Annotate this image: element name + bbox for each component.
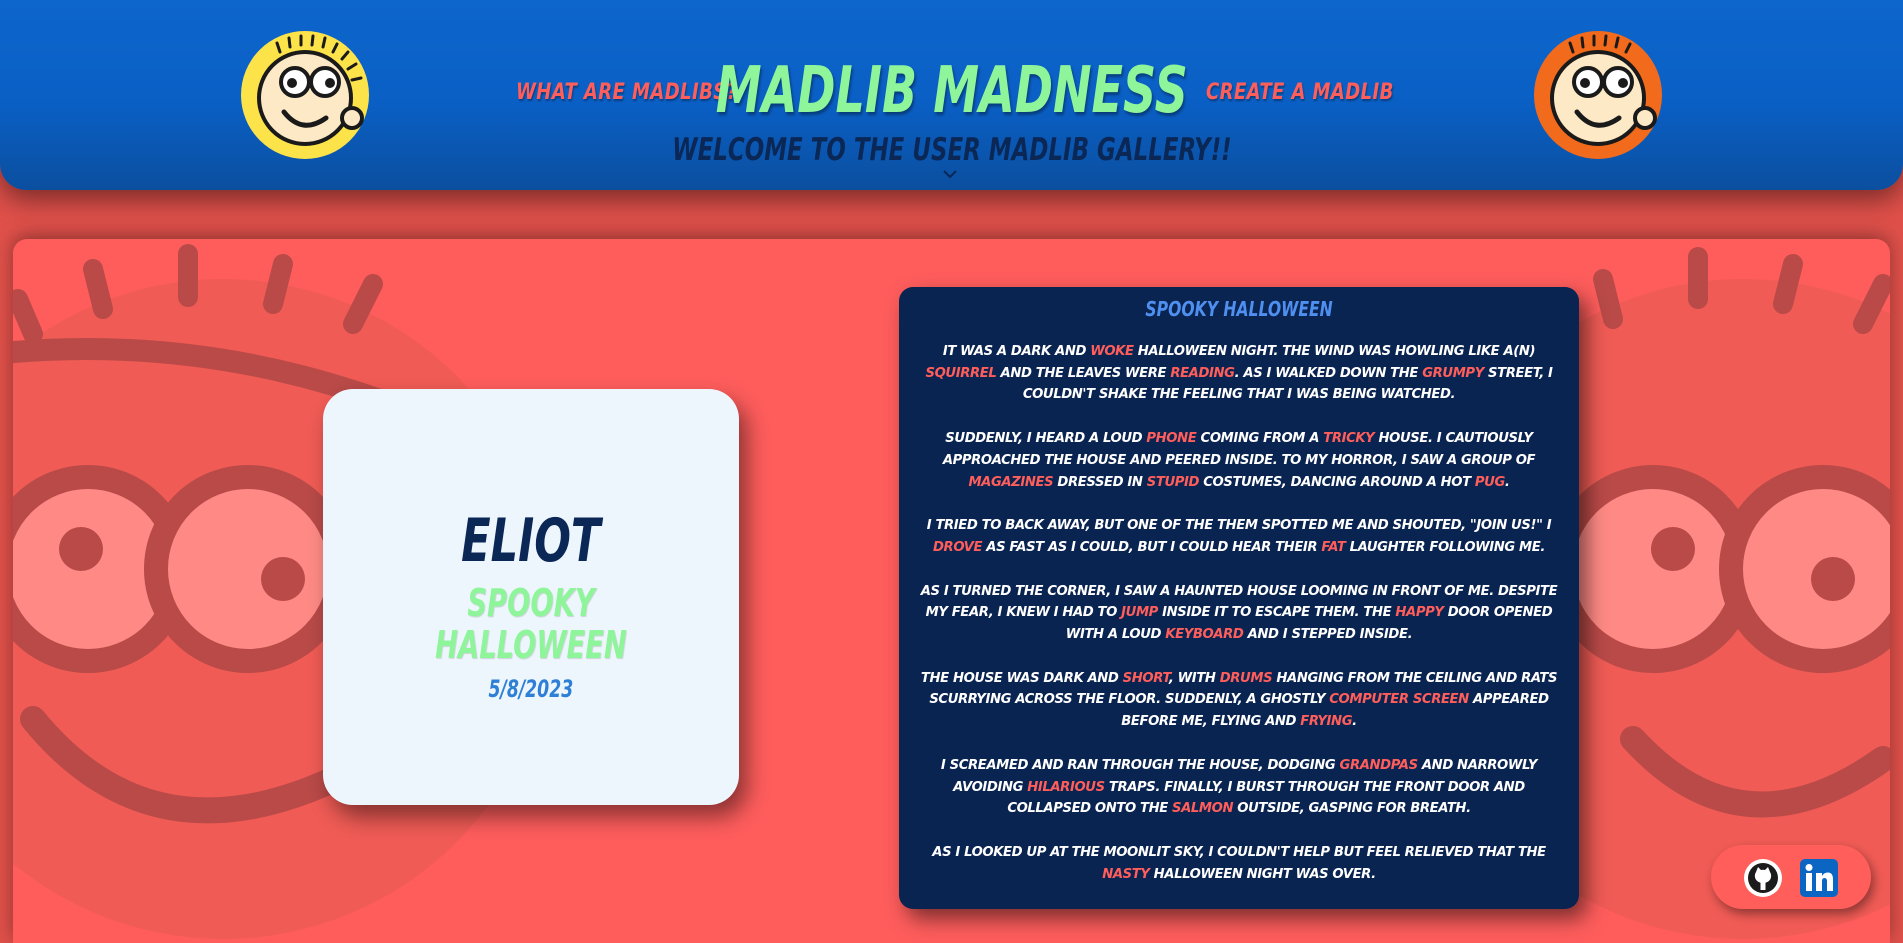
gallery-main: ELIOT SPOOKY HALLOWEEN 5/8/2023 SPOOKY H…	[13, 239, 1890, 943]
filled-word: GRUMPY	[1422, 365, 1484, 381]
story-paragraph: IT WAS A DARK AND WOKE HALLOWEEN NIGHT. …	[915, 341, 1563, 406]
story-text: AND I STEPPED INSIDE.	[1243, 627, 1413, 643]
filled-word: FAT	[1321, 539, 1346, 555]
card-author-name: ELIOT	[323, 511, 739, 571]
nav-create-madlib[interactable]: CREATE A MADLIB	[1206, 80, 1394, 105]
filled-word: GRANDPAS	[1339, 757, 1419, 773]
story-paragraph: AS I LOOKED UP AT THE MOONLIT SKY, I COU…	[915, 842, 1563, 885]
filled-word: DROVE	[933, 539, 983, 555]
filled-word: WOKE	[1090, 344, 1134, 359]
story-text: AS FAST AS I COULD, BUT I COULD HEAR THE…	[982, 539, 1322, 555]
gallery-title: WELCOME TO THE USER MADLIB GALLERY!!	[0, 132, 1903, 168]
filled-word: JUMP	[1121, 605, 1158, 621]
story-body: IT WAS A DARK AND WOKE HALLOWEEN NIGHT. …	[915, 341, 1563, 885]
filled-word: SALMON	[1172, 801, 1234, 817]
filled-word: DRUMS	[1219, 670, 1273, 686]
story-text: INSIDE IT TO ESCAPE THEM. THE	[1157, 605, 1396, 621]
madlib-card[interactable]: ELIOT SPOOKY HALLOWEEN 5/8/2023	[323, 389, 739, 805]
filled-word: SHORT	[1122, 670, 1170, 686]
filled-word: READING	[1170, 365, 1235, 381]
story-text: I TRIED TO BACK AWAY, BUT ONE OF THE THE…	[926, 518, 1552, 534]
site-header: WHAT ARE MADLIBS? MADLIB MADNESS CREATE …	[0, 0, 1903, 190]
linkedin-icon[interactable]	[1799, 858, 1839, 898]
site-title-text: MADLIB MADNESS	[715, 54, 1188, 128]
story-text: COMING FROM A	[1196, 431, 1324, 447]
github-icon[interactable]	[1743, 858, 1783, 898]
card-date: 5/8/2023	[323, 675, 739, 703]
chevron-down-icon[interactable]	[942, 168, 958, 180]
story-text: OUTSIDE, GASPING FOR BREATH.	[1233, 801, 1471, 817]
story-title-text: SPOOKY HALLOWEEN	[1145, 297, 1333, 321]
story-title[interactable]: SPOOKY HALLOWEEN	[915, 297, 1563, 321]
story-text: AND THE LEAVES WERE	[996, 365, 1171, 381]
filled-word: COMPUTER SCREEN	[1329, 692, 1469, 708]
story-paragraph: THE HOUSE WAS DARK AND SHORT, WITH DRUMS…	[915, 668, 1563, 733]
story-text: .	[1504, 474, 1510, 490]
filled-word: PUG	[1474, 474, 1505, 490]
card-madlib-title: SPOOKY HALLOWEEN	[323, 581, 739, 667]
filled-word: TRICKY	[1323, 431, 1375, 447]
card-madlib-title-text: SPOOKY HALLOWEEN	[435, 581, 627, 667]
story-text: HALLOWEEN NIGHT WAS OVER.	[1149, 866, 1377, 882]
filled-word: MAGAZINES	[968, 474, 1054, 490]
filled-word: NASTY	[1102, 866, 1150, 882]
filled-word: KEYBOARD	[1165, 627, 1244, 643]
story-text: . AS I WALKED DOWN THE	[1234, 365, 1423, 381]
filled-word: HILARIOUS	[1027, 779, 1105, 795]
story-text: THE HOUSE WAS DARK AND	[920, 670, 1123, 686]
story-text: SUDDENLY, I HEARD A LOUD	[945, 431, 1147, 447]
story-text: I SCREAMED AND RAN THROUGH THE HOUSE, DO…	[940, 757, 1340, 773]
gallery-title-text: WELCOME TO THE USER MADLIB GALLERY!!	[671, 132, 1232, 168]
story-paragraph: AS I TURNED THE CORNER, I SAW A HAUNTED …	[915, 581, 1563, 646]
filled-word: PHONE	[1146, 431, 1197, 447]
filled-word: HAPPY	[1395, 605, 1444, 621]
filled-word: FRYING	[1300, 714, 1353, 730]
filled-word: STUPID	[1146, 474, 1200, 490]
story-text: , WITH	[1168, 670, 1220, 686]
filled-word: SQUIRREL	[925, 365, 997, 381]
story-paragraph: SUDDENLY, I HEARD A LOUD PHONE COMING FR…	[915, 428, 1563, 493]
story-paragraph: I TRIED TO BACK AWAY, BUT ONE OF THE THE…	[915, 515, 1563, 558]
story-text: COSTUMES, DANCING AROUND A HOT	[1199, 474, 1475, 490]
story-text: .	[1352, 714, 1357, 730]
story-text: DRESSED IN	[1053, 474, 1147, 490]
story-panel: SPOOKY HALLOWEEN IT WAS A DARK AND WOKE …	[899, 287, 1579, 909]
card-date-text: 5/8/2023	[488, 674, 574, 703]
story-text: LAUGHTER FOLLOWING ME.	[1345, 539, 1546, 555]
story-paragraph: I SCREAMED AND RAN THROUGH THE HOUSE, DO…	[915, 755, 1563, 820]
social-links	[1711, 845, 1871, 909]
story-text: AS I LOOKED UP AT THE MOONLIT SKY, I COU…	[932, 844, 1546, 860]
story-text: HALLOWEEN NIGHT. THE WIND WAS HOWLING LI…	[1133, 344, 1536, 359]
card-author-name-text: ELIOT	[461, 506, 601, 576]
story-text: IT WAS A DARK AND	[942, 344, 1091, 359]
